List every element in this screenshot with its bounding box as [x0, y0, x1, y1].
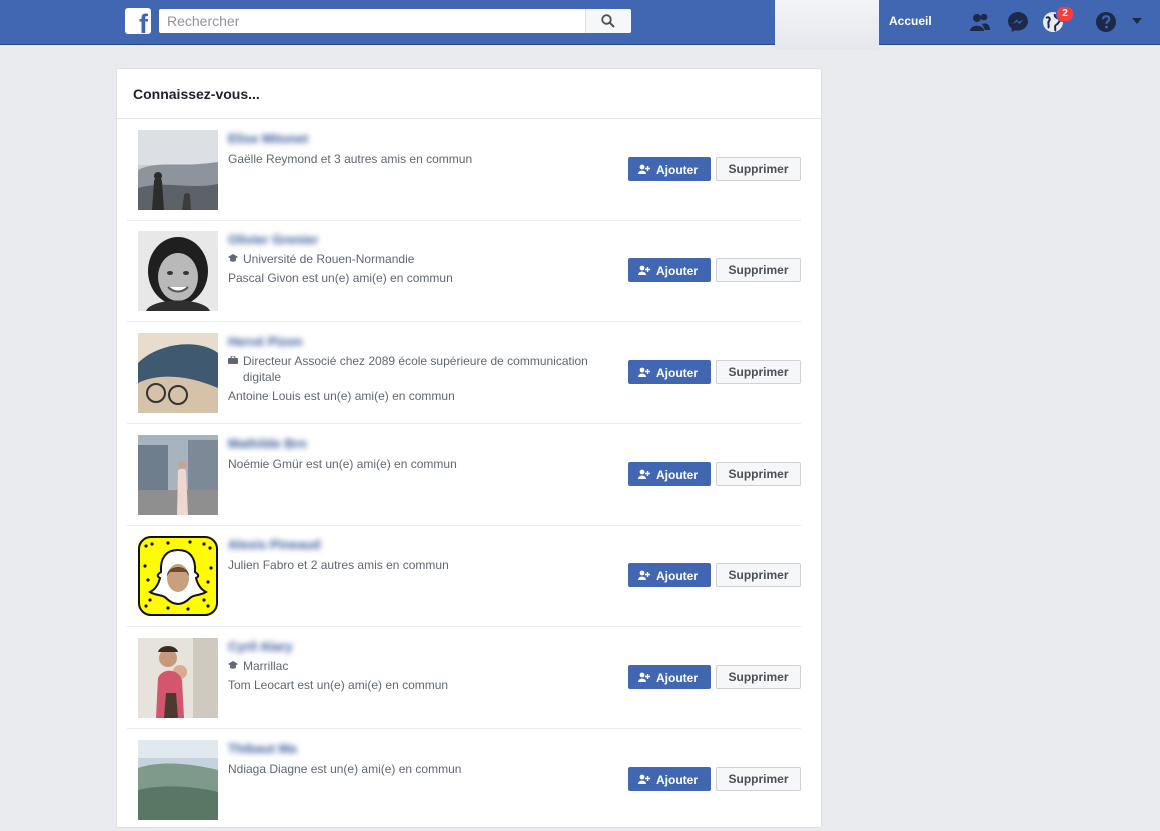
search-button[interactable]	[585, 9, 631, 33]
mutual-friends-text[interactable]: Noémie Gmür est un(e) ami(e) en commun	[228, 456, 628, 472]
person-name[interactable]: Thibaut Ma	[228, 740, 628, 758]
add-friend-icon	[638, 774, 650, 784]
add-friend-icon	[638, 469, 650, 479]
add-friend-button[interactable]: Ajouter	[628, 258, 711, 282]
help-icon[interactable]	[1094, 10, 1118, 34]
mutual-friends-text[interactable]: Pascal Givon est un(e) ami(e) en commun	[228, 270, 628, 286]
add-friend-icon	[638, 367, 650, 377]
avatar[interactable]	[138, 435, 218, 515]
snapcode-icon	[138, 536, 218, 616]
avatar[interactable]	[138, 130, 218, 210]
add-friend-button[interactable]: Ajouter	[628, 360, 711, 384]
remove-suggestion-button[interactable]: Supprimer	[716, 767, 801, 791]
suggestion-row: Alexis Pineaud Julien Fabro et 2 autres …	[127, 526, 801, 627]
friend-requests-icon[interactable]	[968, 10, 992, 34]
remove-suggestion-button[interactable]: Supprimer	[716, 665, 801, 689]
suggestion-row: Elise Mitonet Gaëlle Reymond et 3 autres…	[127, 120, 801, 221]
person-name[interactable]: Cyril Alary	[228, 638, 628, 656]
top-navigation-bar: f Accueil 2	[0, 0, 1160, 50]
account-menu-chevron-down-icon[interactable]	[1132, 18, 1142, 25]
mutual-friends-text[interactable]: Tom Leocart est un(e) ami(e) en commun	[228, 677, 628, 693]
search-box	[159, 9, 631, 33]
avatar[interactable]	[138, 536, 218, 616]
person-name[interactable]: Mathilde Brn	[228, 435, 628, 453]
home-nav-link[interactable]: Accueil	[881, 0, 940, 44]
remove-suggestion-button[interactable]: Supprimer	[716, 360, 801, 384]
add-friend-button[interactable]: Ajouter	[628, 157, 711, 181]
add-friend-button[interactable]: Ajouter	[628, 563, 711, 587]
remove-suggestion-button[interactable]: Supprimer	[716, 462, 801, 486]
suggestion-row: Olivier Grenier Université de Rouen-Norm…	[127, 221, 801, 322]
avatar[interactable]	[138, 740, 218, 820]
notification-badge: 2	[1056, 6, 1074, 22]
card-title: Connaissez-vous...	[117, 69, 821, 119]
add-friend-button[interactable]: Ajouter	[628, 462, 711, 486]
suggestion-row: Hervé Pizon Directeur Associé chez 2089 …	[127, 323, 801, 424]
person-name[interactable]: Elise Mitonet	[228, 130, 628, 148]
education-detail: Université de Rouen-Normandie	[228, 251, 628, 267]
add-friend-button[interactable]: Ajouter	[628, 665, 711, 689]
add-friend-icon	[638, 265, 650, 275]
briefcase-icon	[228, 356, 238, 364]
add-friend-button[interactable]: Ajouter	[628, 767, 711, 791]
avatar[interactable]	[138, 231, 218, 311]
school-icon	[228, 254, 238, 262]
suggestion-row: Thibaut Ma Ndiaga Diagne est un(e) ami(e…	[127, 730, 801, 831]
remove-suggestion-button[interactable]: Supprimer	[716, 157, 801, 181]
school-icon	[228, 661, 238, 669]
suggestion-row: Mathilde Brn Noémie Gmür est un(e) ami(e…	[127, 425, 801, 526]
work-detail: Directeur Associé chez 2089 école supéri…	[228, 353, 628, 385]
add-friend-icon	[638, 672, 650, 682]
suggestion-row: Cyril Alary Marrillac Tom Leocart est un…	[127, 628, 801, 729]
person-name[interactable]: Hervé Pizon	[228, 333, 628, 351]
messenger-icon[interactable]	[1006, 10, 1030, 34]
search-input[interactable]	[159, 9, 585, 33]
person-name[interactable]: Olivier Grenier	[228, 231, 628, 249]
add-friend-icon	[638, 164, 650, 174]
mutual-friends-text[interactable]: Gaëlle Reymond et 3 autres amis en commu…	[228, 151, 628, 167]
remove-suggestion-button[interactable]: Supprimer	[716, 258, 801, 282]
avatar[interactable]	[138, 638, 218, 718]
profile-nav-link[interactable]	[775, 0, 879, 50]
mutual-friends-text[interactable]: Julien Fabro et 2 autres amis en commun	[228, 557, 628, 573]
avatar[interactable]	[138, 333, 218, 413]
education-detail: Marrillac	[228, 658, 628, 674]
search-icon	[601, 14, 615, 28]
mutual-friends-text[interactable]: Ndiaga Diagne est un(e) ami(e) en commun	[228, 761, 628, 777]
add-friend-icon	[638, 570, 650, 580]
facebook-logo-icon[interactable]: f	[125, 8, 151, 34]
people-you-may-know-card: Connaissez-vous... Elise Mitonet Gaëlle …	[116, 68, 822, 828]
remove-suggestion-button[interactable]: Supprimer	[716, 563, 801, 587]
person-name[interactable]: Alexis Pineaud	[228, 536, 628, 554]
mutual-friends-text[interactable]: Antoine Louis est un(e) ami(e) en commun	[228, 388, 628, 404]
